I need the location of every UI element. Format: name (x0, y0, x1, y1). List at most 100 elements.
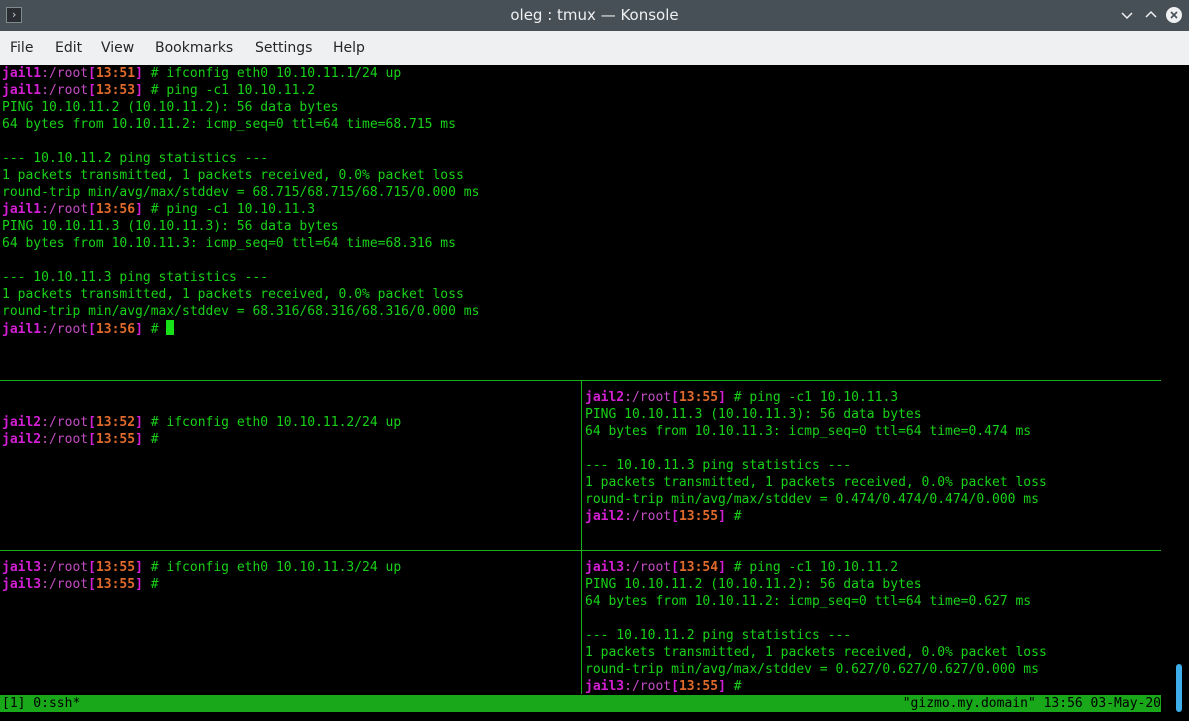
prompt-path: :/root (41, 432, 89, 447)
prompt-bracket: [ (88, 202, 96, 217)
command-text: # ifconfig eth0 10.10.11.2/24 up (142, 415, 402, 430)
prompt-bracket: ] (135, 577, 143, 592)
prompt-time: 13:55 (95, 577, 136, 592)
window-titlebar[interactable]: › oleg : tmux — Konsole (0, 0, 1189, 31)
output-line: round-trip min/avg/max/stddev = 0.627/0.… (585, 662, 1039, 677)
menu-settings[interactable]: Settings (255, 31, 312, 65)
command-text: # ifconfig eth0 10.10.11.1/24 up (142, 66, 402, 81)
prompt-line: jail3:/root[13:55] # (585, 678, 742, 695)
prompt-host: jail2 (2, 432, 42, 447)
prompt-host: jail1 (2, 83, 42, 98)
output-line: --- 10.10.11.3 ping statistics --- (2, 270, 269, 285)
prompt-bracket: [ (88, 577, 96, 592)
prompt-bracket: ] (135, 202, 143, 217)
prompt-bracket: ] (135, 560, 143, 575)
chevron-up-icon[interactable] (1143, 7, 1159, 23)
prompt-line: jail1:/root[13:51] # ifconfig eth0 10.10… (2, 65, 401, 82)
output-line: 1 packets transmitted, 1 packets receive… (2, 168, 464, 183)
command-text: # (142, 577, 159, 592)
prompt-bracket: [ (671, 679, 679, 694)
menu-help[interactable]: Help (333, 31, 365, 65)
close-icon[interactable] (1166, 7, 1182, 23)
prompt-time: 13:55 (678, 679, 719, 694)
prompt-path: :/root (624, 509, 672, 524)
prompt-bracket: ] (135, 322, 143, 337)
prompt-line: jail2:/root[13:55] # ping -c1 10.10.11.3 (585, 389, 898, 406)
output-line: PING 10.10.11.3 (10.10.11.3): 56 data by… (2, 219, 339, 234)
prompt-time: 13:53 (95, 83, 136, 98)
menu-view[interactable]: View (101, 31, 134, 65)
prompt-line: jail3:/root[13:55] # ifconfig eth0 10.10… (2, 559, 401, 576)
prompt-line: jail3:/root[13:54] # ping -c1 10.10.11.2 (585, 559, 898, 576)
tmux-window-list[interactable]: [1] 0:ssh* (2, 695, 80, 712)
command-text: # ifconfig eth0 10.10.11.3/24 up (142, 560, 402, 575)
prompt-bracket: ] (718, 679, 726, 694)
prompt-host: jail3 (585, 560, 625, 575)
prompt-bracket: ] (718, 560, 726, 575)
command-text: # ping -c1 10.10.11.3 (725, 390, 899, 405)
prompt-host: jail3 (2, 577, 42, 592)
output-line: 1 packets transmitted, 1 packets receive… (585, 645, 1047, 660)
prompt-path: :/root (41, 322, 89, 337)
output-line: 1 packets transmitted, 1 packets receive… (2, 287, 464, 302)
chevron-down-icon[interactable] (1119, 7, 1135, 23)
menu-edit[interactable]: Edit (55, 31, 82, 65)
prompt-time: 13:56 (95, 322, 136, 337)
prompt-time: 13:56 (95, 202, 136, 217)
prompt-bracket: ] (135, 83, 143, 98)
output-line: PING 10.10.11.2 (10.10.11.2): 56 data by… (585, 577, 922, 592)
prompt-path: :/root (624, 560, 672, 575)
output-line: round-trip min/avg/max/stddev = 68.715/6… (2, 185, 480, 200)
prompt-time: 13:55 (95, 432, 136, 447)
prompt-host: jail1 (2, 66, 42, 81)
prompt-path: :/root (41, 66, 89, 81)
prompt-bracket: [ (88, 322, 96, 337)
prompt-time: 13:51 (95, 66, 136, 81)
output-line: PING 10.10.11.3 (10.10.11.3): 56 data by… (585, 407, 922, 422)
command-text: # ping -c1 10.10.11.2 (725, 560, 899, 575)
prompt-host: jail2 (585, 509, 625, 524)
output-line: 64 bytes from 10.10.11.2: icmp_seq=0 ttl… (2, 117, 456, 132)
prompt-host: jail1 (2, 322, 42, 337)
output-line: round-trip min/avg/max/stddev = 0.474/0.… (585, 492, 1039, 507)
scrollbar-thumb[interactable] (1176, 664, 1182, 712)
prompt-path: :/root (41, 83, 89, 98)
output-line: round-trip min/avg/max/stddev = 68.316/6… (2, 304, 480, 319)
prompt-line: jail1:/root[13:56] # ping -c1 10.10.11.3 (2, 201, 315, 218)
prompt-path: :/root (41, 577, 89, 592)
command-text: # (142, 322, 167, 337)
prompt-host: jail2 (2, 415, 42, 430)
terminal-area[interactable]: jail1:/root[13:51] # ifconfig eth0 10.10… (0, 65, 1189, 721)
prompt-bracket: [ (671, 560, 679, 575)
prompt-host: jail2 (585, 390, 625, 405)
prompt-host: jail3 (2, 560, 42, 575)
prompt-path: :/root (624, 390, 672, 405)
terminal-cursor (166, 320, 175, 335)
pane-divider[interactable] (581, 381, 582, 694)
prompt-bracket: [ (88, 66, 96, 81)
command-text: # (725, 509, 742, 524)
prompt-path: :/root (41, 202, 89, 217)
output-line: --- 10.10.11.2 ping statistics --- (2, 151, 269, 166)
prompt-time: 13:55 (678, 390, 719, 405)
output-line: 1 packets transmitted, 1 packets receive… (585, 475, 1047, 490)
prompt-path: :/root (41, 415, 89, 430)
prompt-line: jail1:/root[13:53] # ping -c1 10.10.11.2 (2, 82, 315, 99)
prompt-time: 13:54 (678, 560, 719, 575)
prompt-bracket: [ (671, 509, 679, 524)
command-text: # (725, 679, 742, 694)
prompt-line: jail1:/root[13:56] # (2, 320, 175, 337)
prompt-bracket: ] (718, 390, 726, 405)
output-line: --- 10.10.11.2 ping statistics --- (585, 628, 852, 643)
tmux-status-bar: [1] 0:ssh* "gizmo.my.domain" 13:56 03-Ma… (0, 695, 1161, 712)
command-text: # (142, 432, 159, 447)
prompt-path: :/root (624, 679, 672, 694)
menu-file[interactable]: File (10, 31, 33, 65)
menu-bookmarks[interactable]: Bookmarks (155, 31, 233, 65)
prompt-bracket: ] (718, 509, 726, 524)
prompt-line: jail2:/root[13:55] # (2, 431, 159, 448)
prompt-bracket: [ (88, 415, 96, 430)
prompt-time: 13:55 (95, 560, 136, 575)
window-title: oleg : tmux — Konsole (510, 6, 679, 24)
menubar: File Edit View Bookmarks Settings Help (0, 31, 1189, 65)
